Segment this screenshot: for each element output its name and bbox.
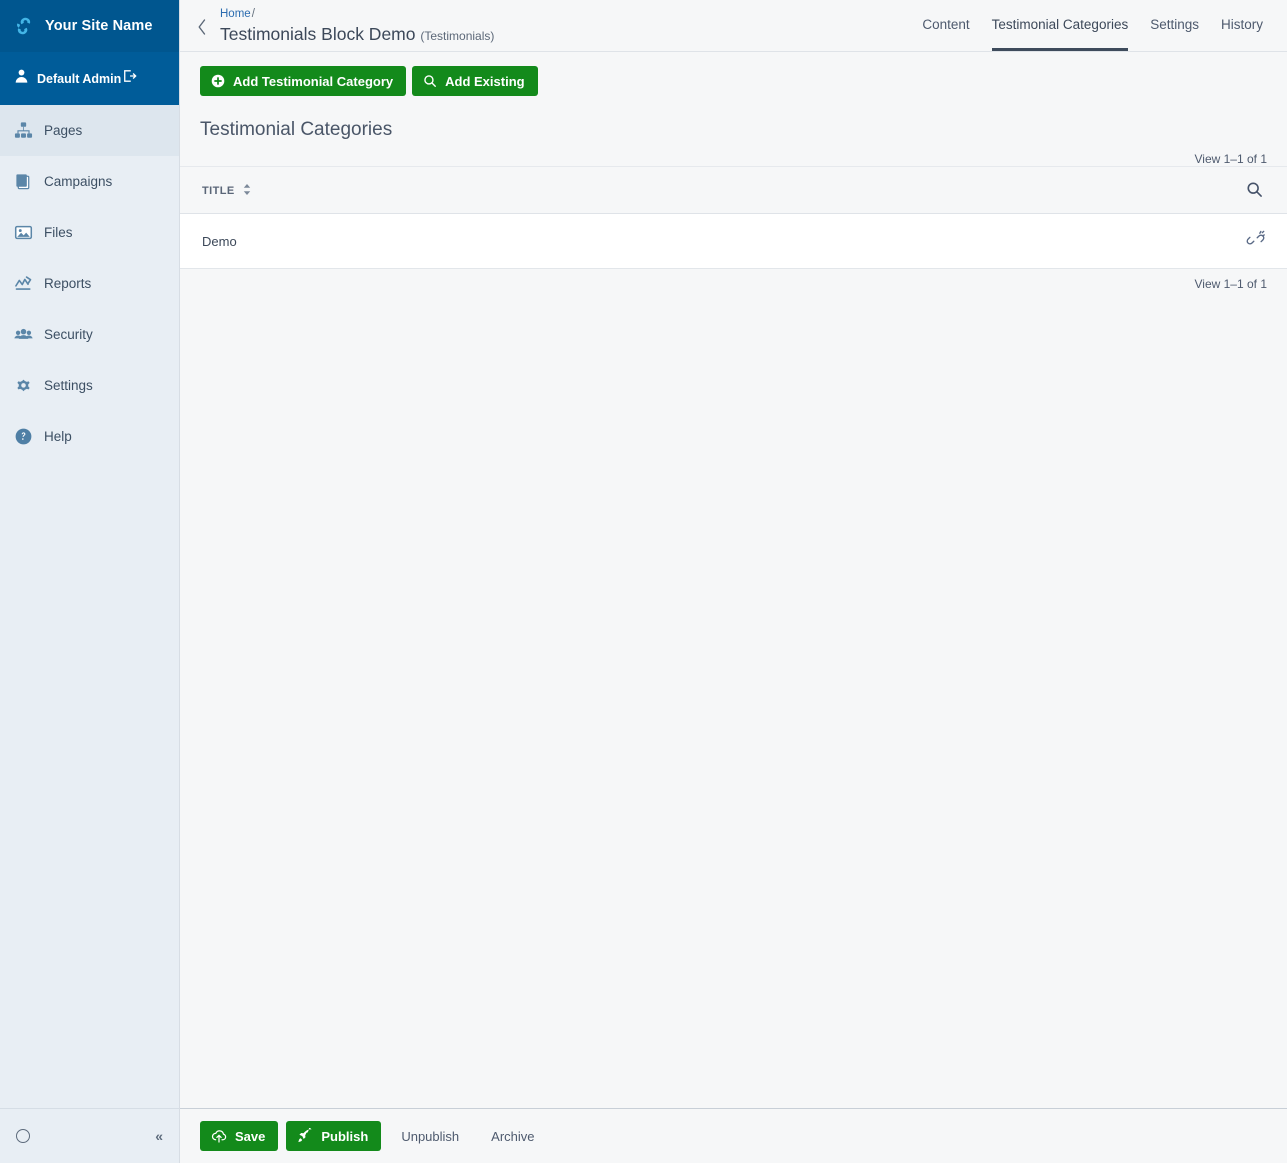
breadcrumb-home-link[interactable]: Home [220,8,251,20]
search-icon [423,74,437,88]
tab-content[interactable]: Content [922,0,969,51]
archive-button[interactable]: Archive [479,1121,546,1151]
publish-button[interactable]: Publish [286,1121,382,1151]
cell-actions [1224,213,1287,269]
breadcrumb-separator: / [251,8,255,20]
sidebar-item-pages[interactable]: Pages [0,105,179,156]
sidebar-item-security[interactable]: Security [0,309,179,360]
question-circle-icon [14,427,33,446]
tab-settings[interactable]: Settings [1150,0,1199,51]
testimonial-categories-grid: TITLE Demo [180,166,1287,269]
table-row[interactable]: Demo [180,213,1287,269]
silverstripe-logo-icon [12,14,36,38]
brand-header[interactable]: Your Site Name [0,0,179,52]
site-name: Your Site Name [45,18,153,34]
sidebar-item-label: Help [44,429,72,444]
profile-name: Default Admin [37,71,122,86]
column-header-title[interactable]: TITLE [180,166,1224,214]
add-existing-label: Add Existing [445,73,525,89]
add-testimonial-category-button[interactable]: Add Testimonial Category [200,66,407,96]
image-icon [14,223,33,242]
gridfield-panel: Testimonial Categories [180,108,1287,144]
grid-header: TITLE [180,166,1287,214]
sidebar: Your Site Name Default Admin Pages Campa… [0,0,180,1163]
view-count-bottom: View 1–1 of 1 [1194,277,1268,291]
unpublish-button[interactable]: Unpublish [389,1121,471,1151]
search-icon[interactable] [1246,182,1263,201]
sidebar-item-label: Files [44,225,73,240]
add-testimonial-category-label: Add Testimonial Category [233,73,394,89]
loading-circle-icon [16,1129,30,1143]
grid-toolbar: Add Testimonial Category Add Existing [180,52,1287,108]
grid-search-cell [1224,166,1287,214]
rocket-icon [297,1128,313,1144]
admin-app: Your Site Name Default Admin Pages Campa… [0,0,1287,1163]
sidebar-nav: Pages Campaigns Files Reports Security S… [0,105,179,462]
page-title-subtype: (Testimonials) [420,29,495,43]
view-count-top: View 1–1 of 1 [1194,152,1268,166]
grid-header-row: TITLE [180,166,1287,214]
tab-testimonial-categories[interactable]: Testimonial Categories [991,0,1129,51]
main-area: Home/ Testimonials Block Demo (Testimoni… [180,0,1287,1163]
sidebar-item-reports[interactable]: Reports [0,258,179,309]
user-icon [14,68,29,89]
sitemap-icon [14,121,33,140]
sidebar-item-label: Campaigns [44,174,113,189]
cloud-upload-icon [211,1128,227,1144]
page-title-text: Testimonials Block Demo [220,24,416,44]
sidebar-item-campaigns[interactable]: Campaigns [0,156,179,207]
save-button[interactable]: Save [200,1121,279,1151]
chevron-left-icon[interactable] [196,0,220,42]
logout-icon[interactable] [121,68,137,89]
chart-line-icon [14,274,33,293]
sidebar-item-label: Security [44,327,93,342]
page-tabs: Content Testimonial Categories Settings … [922,0,1263,52]
sidebar-item-label: Reports [44,276,92,291]
tab-history[interactable]: History [1221,0,1263,51]
users-icon [14,325,33,344]
add-existing-button[interactable]: Add Existing [412,66,538,96]
plus-circle-icon [211,74,225,88]
sidebar-item-settings[interactable]: Settings [0,360,179,411]
stacked-pages-icon [14,172,33,191]
column-header-title-label: TITLE [202,185,235,197]
breadcrumb: Home/ [220,7,494,21]
grid-body: Demo [180,213,1287,269]
title-block: Home/ Testimonials Block Demo (Testimoni… [220,0,494,47]
gear-icon [14,376,33,395]
sidebar-item-help[interactable]: Help [0,411,179,462]
actions-footer: Save Publish Unpublish Archive [180,1108,1287,1163]
sidebar-footer: « [0,1108,179,1163]
sidebar-collapse-button[interactable]: « [155,1129,163,1143]
page-header: Home/ Testimonials Block Demo (Testimoni… [180,0,1287,52]
sidebar-item-label: Settings [44,378,93,393]
publish-label: Publish [321,1128,369,1144]
unlink-icon[interactable] [1246,230,1265,252]
profile-bar[interactable]: Default Admin [0,52,179,105]
sidebar-item-label: Pages [44,123,83,138]
save-label: Save [235,1128,266,1144]
sort-updown-icon [243,184,251,198]
panel-heading: Testimonial Categories [200,119,393,140]
page-title: Testimonials Block Demo (Testimonials) [220,23,494,47]
cell-title: Demo [180,213,1224,269]
sidebar-item-files[interactable]: Files [0,207,179,258]
